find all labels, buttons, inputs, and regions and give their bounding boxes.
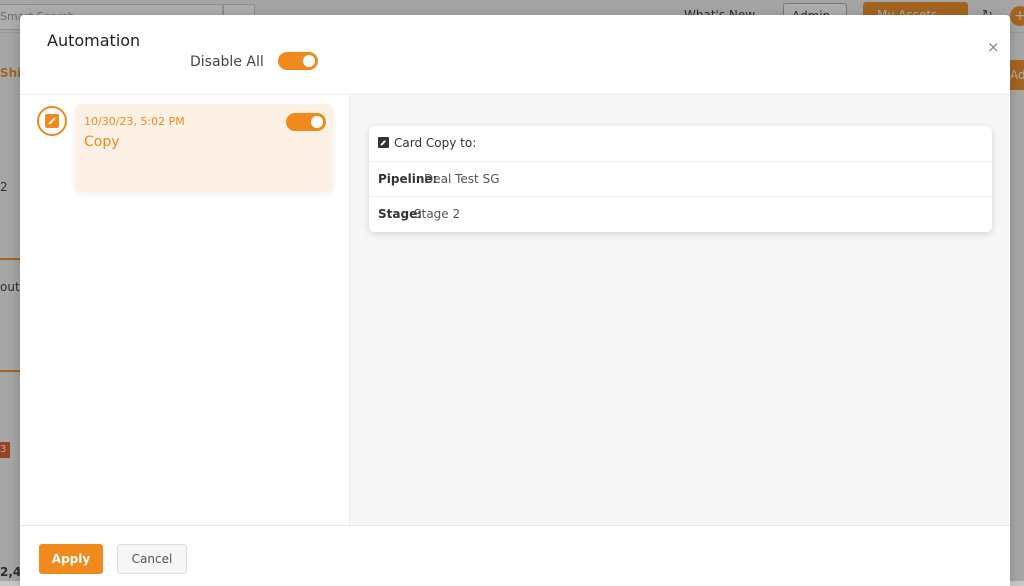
pipeline-value: Deal Test SG — [424, 172, 500, 186]
detail-header-row: Card Copy to: — [369, 126, 992, 162]
toggle-knob — [303, 55, 315, 67]
apply-button[interactable]: Apply — [39, 544, 103, 574]
copy-card-icon — [378, 137, 389, 148]
automation-detail-card: Card Copy to: Pipeline: Deal Test SG Sta… — [369, 126, 992, 232]
cancel-button[interactable]: Cancel — [117, 544, 187, 574]
disable-all-label: Disable All — [190, 54, 264, 70]
automation-list-item[interactable]: 10/30/23, 5:02 PM Copy — [75, 104, 333, 192]
copy-card-icon — [37, 106, 67, 136]
toggle-knob — [311, 116, 323, 128]
disable-all-toggle[interactable] — [278, 52, 318, 70]
automation-list-pane: 10/30/23, 5:02 PM Copy — [20, 95, 350, 526]
close-icon[interactable]: × — [987, 40, 1000, 55]
automation-enable-toggle[interactable] — [286, 113, 326, 131]
automation-modal: Automation Disable All × 10/30/23, 5:02 … — [20, 15, 1010, 586]
automation-name: Copy — [84, 134, 120, 150]
detail-stage-row: Stage: Stage 2 — [369, 196, 992, 231]
detail-pipeline-row: Pipeline: Deal Test SG — [369, 161, 992, 197]
detail-header: Card Copy to: — [394, 136, 477, 150]
automation-detail-pane: Card Copy to: Pipeline: Deal Test SG Sta… — [350, 95, 1010, 526]
modal-body: 10/30/23, 5:02 PM Copy Card Copy to: Pip… — [20, 94, 1010, 526]
modal-title: Automation — [47, 31, 141, 50]
stage-value: Stage 2 — [414, 207, 461, 221]
modal-footer: Apply Cancel — [20, 525, 1010, 586]
automation-date: 10/30/23, 5:02 PM — [84, 115, 185, 128]
